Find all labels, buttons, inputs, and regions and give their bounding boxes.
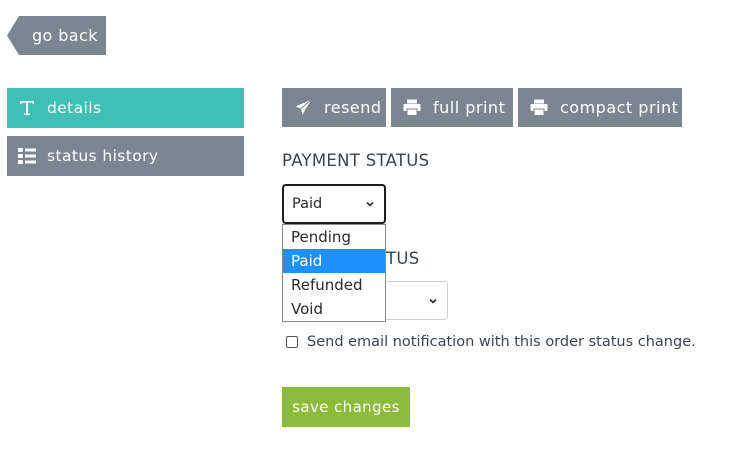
sidebar-item-status-history[interactable]: status history (7, 136, 244, 176)
option-paid[interactable]: Paid (283, 249, 385, 273)
chevron-down-icon (366, 201, 374, 207)
compact-print-label: compact print (560, 98, 679, 117)
full-print-label: full print (433, 98, 506, 117)
payment-status-label: PAYMENT STATUS (282, 151, 430, 170)
payment-status-dropdown: Pending Paid Refunded Void (282, 224, 386, 322)
paper-plane-icon (294, 99, 312, 117)
full-print-button[interactable]: full print (391, 88, 513, 127)
sidebar-item-details[interactable]: details (7, 88, 244, 128)
sidebar-item-label: details (47, 99, 102, 117)
sidebar-item-label: status history (47, 147, 159, 165)
payment-status-select[interactable]: Paid (282, 184, 386, 224)
chevron-down-icon (429, 298, 437, 304)
email-notification-row: Send email notification with this order … (286, 334, 696, 350)
printer-icon (403, 99, 421, 117)
resend-label: resend (324, 98, 382, 117)
resend-button[interactable]: resend (282, 88, 386, 127)
go-back-label: go back (32, 26, 98, 45)
option-pending[interactable]: Pending (283, 225, 385, 249)
option-refunded[interactable]: Refunded (283, 273, 385, 297)
printer-icon (530, 99, 548, 117)
save-changes-label: save changes (292, 398, 400, 416)
text-t-icon (17, 98, 37, 118)
save-changes-button[interactable]: save changes (282, 387, 410, 427)
order-edit-page: go back details status history resend fu… (0, 0, 752, 449)
option-void[interactable]: Void (283, 297, 385, 321)
payment-status-selected: Paid (292, 196, 323, 212)
email-notification-checkbox[interactable] (286, 336, 298, 348)
email-notification-label: Send email notification with this order … (307, 334, 696, 350)
list-icon (17, 146, 37, 166)
go-back-button[interactable]: go back (7, 16, 106, 55)
compact-print-button[interactable]: compact print (518, 88, 682, 127)
